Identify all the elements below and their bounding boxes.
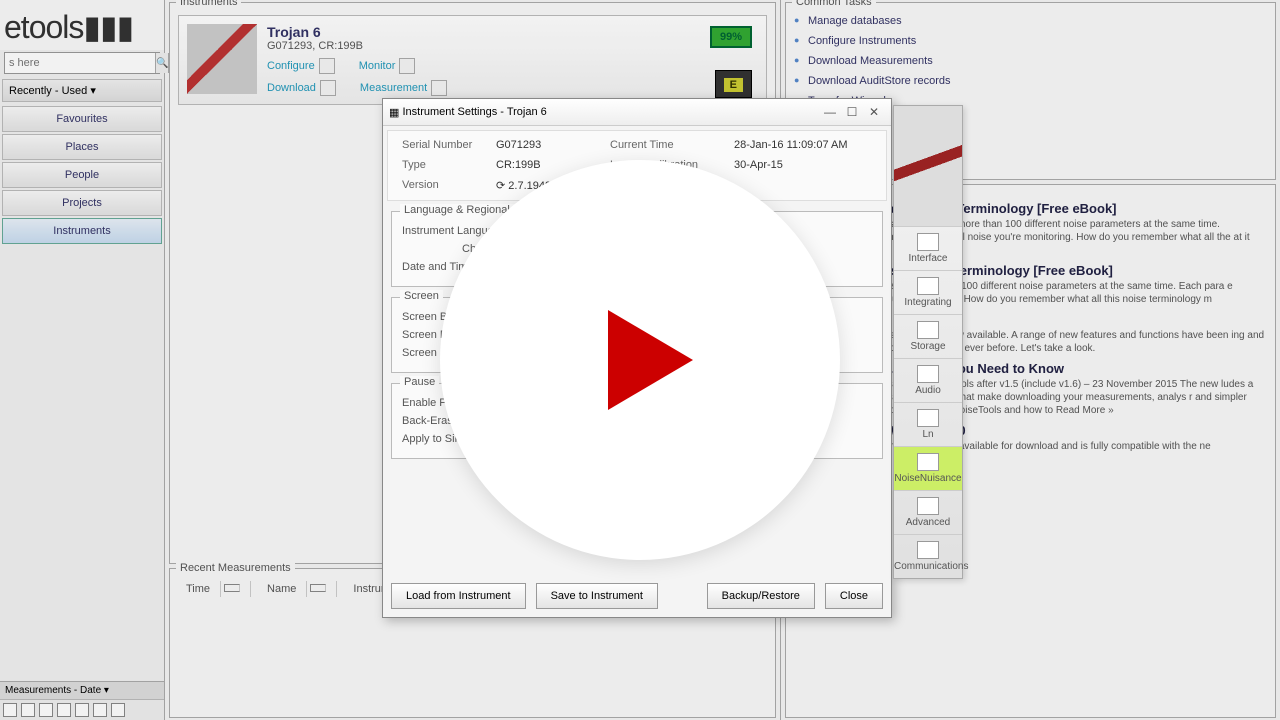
instrument-card[interactable]: Trojan 6 G071293, CR:199B Configure Moni… <box>178 15 767 105</box>
mini-icon[interactable] <box>75 703 89 717</box>
task-item[interactable]: Manage databases <box>794 11 1267 31</box>
strip-advanced[interactable]: Advanced <box>894 490 962 534</box>
backup-button[interactable]: Backup/Restore <box>707 583 815 609</box>
panel-title: Instruments <box>176 0 241 8</box>
dialog-titlebar: ▦ Instrument Settings - Trojan 6 — ☐ ✕ <box>383 99 891 126</box>
search-input[interactable] <box>5 53 155 73</box>
dialog-title-text: Instrument Settings - Trojan 6 <box>402 106 546 118</box>
window-icon: ▦ <box>389 106 399 119</box>
label-type: Type <box>402 159 492 171</box>
link-monitor[interactable]: Monitor <box>359 58 416 74</box>
mini-icon[interactable] <box>3 703 17 717</box>
status-bar: Measurements - Date ▾ <box>0 681 164 699</box>
measurement-icon[interactable] <box>431 80 447 96</box>
nav-people[interactable]: People <box>2 162 162 188</box>
gear-icon <box>917 497 939 515</box>
left-sidebar: etools▮▮▮ 🔍 ▶ Recently - Used ▾ Favourit… <box>0 0 165 720</box>
battery-badge: 99% <box>710 26 752 48</box>
label-time: Current Time <box>610 139 730 151</box>
save-button[interactable]: Save to Instrument <box>536 583 658 609</box>
mini-icon[interactable] <box>93 703 107 717</box>
value-time: 28-Jan-16 11:09:07 AM <box>734 139 854 151</box>
signal-icon <box>917 541 939 559</box>
mini-icon[interactable] <box>21 703 35 717</box>
task-item[interactable]: Configure Instruments <box>794 31 1267 51</box>
percent-icon <box>917 409 939 427</box>
mini-icon[interactable] <box>57 703 71 717</box>
filter-icon[interactable] <box>224 584 240 592</box>
disk-icon <box>917 321 939 339</box>
task-item[interactable]: Download Measurements <box>794 51 1267 71</box>
strip-storage[interactable]: Storage <box>894 314 962 358</box>
strip-ln[interactable]: Ln <box>894 402 962 446</box>
strip-interface[interactable]: Interface <box>894 226 962 270</box>
strip-integrating[interactable]: Integrating <box>894 270 962 314</box>
noise-icon <box>917 453 939 471</box>
filter-icon[interactable] <box>310 584 326 592</box>
mini-icon[interactable] <box>39 703 53 717</box>
load-button[interactable]: Load from Instrument <box>391 583 526 609</box>
instrument-info: Trojan 6 G071293, CR:199B Configure Moni… <box>267 24 758 96</box>
panel-title: Recent Measurements <box>176 562 295 574</box>
app-logo: etools▮▮▮ <box>0 0 164 50</box>
sliders-icon <box>917 233 939 251</box>
search-bar: 🔍 ▶ <box>4 52 160 74</box>
nav-places[interactable]: Places <box>2 134 162 160</box>
e-badge: E <box>715 70 752 98</box>
strip-audio[interactable]: Audio <box>894 358 962 402</box>
fieldset-title: Screen <box>400 290 443 302</box>
task-item[interactable]: Download AuditStore records <box>794 71 1267 91</box>
instrument-sub: G071293, CR:199B <box>267 40 758 52</box>
configure-icon[interactable] <box>319 58 335 74</box>
link-configure[interactable]: Configure <box>267 58 335 74</box>
label-serial: Serial Number <box>402 139 492 151</box>
nav-instruments[interactable]: Instruments <box>2 218 162 244</box>
instrument-thumb <box>894 106 962 226</box>
value-serial: G071293 <box>496 139 606 151</box>
download-icon[interactable] <box>320 80 336 96</box>
label-version: Version <box>402 179 492 192</box>
col-time[interactable]: Time <box>178 581 251 597</box>
recent-dropdown[interactable]: Recently - Used ▾ <box>2 79 162 102</box>
strip-noise-nuisance[interactable]: NoiseNuisance <box>894 446 962 490</box>
clock-icon <box>917 277 939 295</box>
maximize-icon[interactable]: ☐ <box>841 103 863 121</box>
close-button[interactable]: Close <box>825 583 883 609</box>
mini-icon[interactable] <box>111 703 125 717</box>
nav-projects[interactable]: Projects <box>2 190 162 216</box>
link-download[interactable]: Download <box>267 80 336 96</box>
video-play-overlay[interactable] <box>440 160 840 560</box>
value-recal: 30-Apr-15 <box>734 159 854 171</box>
panel-title: Common Tasks <box>792 0 876 8</box>
link-measurement[interactable]: Measurement <box>360 80 447 96</box>
instrument-image <box>187 24 257 94</box>
instrument-name: Trojan 6 <box>267 24 758 40</box>
speaker-icon <box>917 365 939 383</box>
dialog-footer: Load from Instrument Save to Instrument … <box>391 583 883 609</box>
col-name[interactable]: Name <box>259 581 337 597</box>
play-icon <box>608 310 693 410</box>
settings-category-strip: Interface Integrating Storage Audio Ln N… <box>893 105 963 579</box>
toolbar-mini <box>0 699 164 720</box>
strip-communications[interactable]: Communications <box>894 534 962 578</box>
monitor-icon[interactable] <box>399 58 415 74</box>
nav-favourites[interactable]: Favourites <box>2 106 162 132</box>
minimize-icon[interactable]: — <box>819 103 841 121</box>
fieldset-title: Pause <box>400 376 439 388</box>
close-icon[interactable]: ✕ <box>863 103 885 121</box>
